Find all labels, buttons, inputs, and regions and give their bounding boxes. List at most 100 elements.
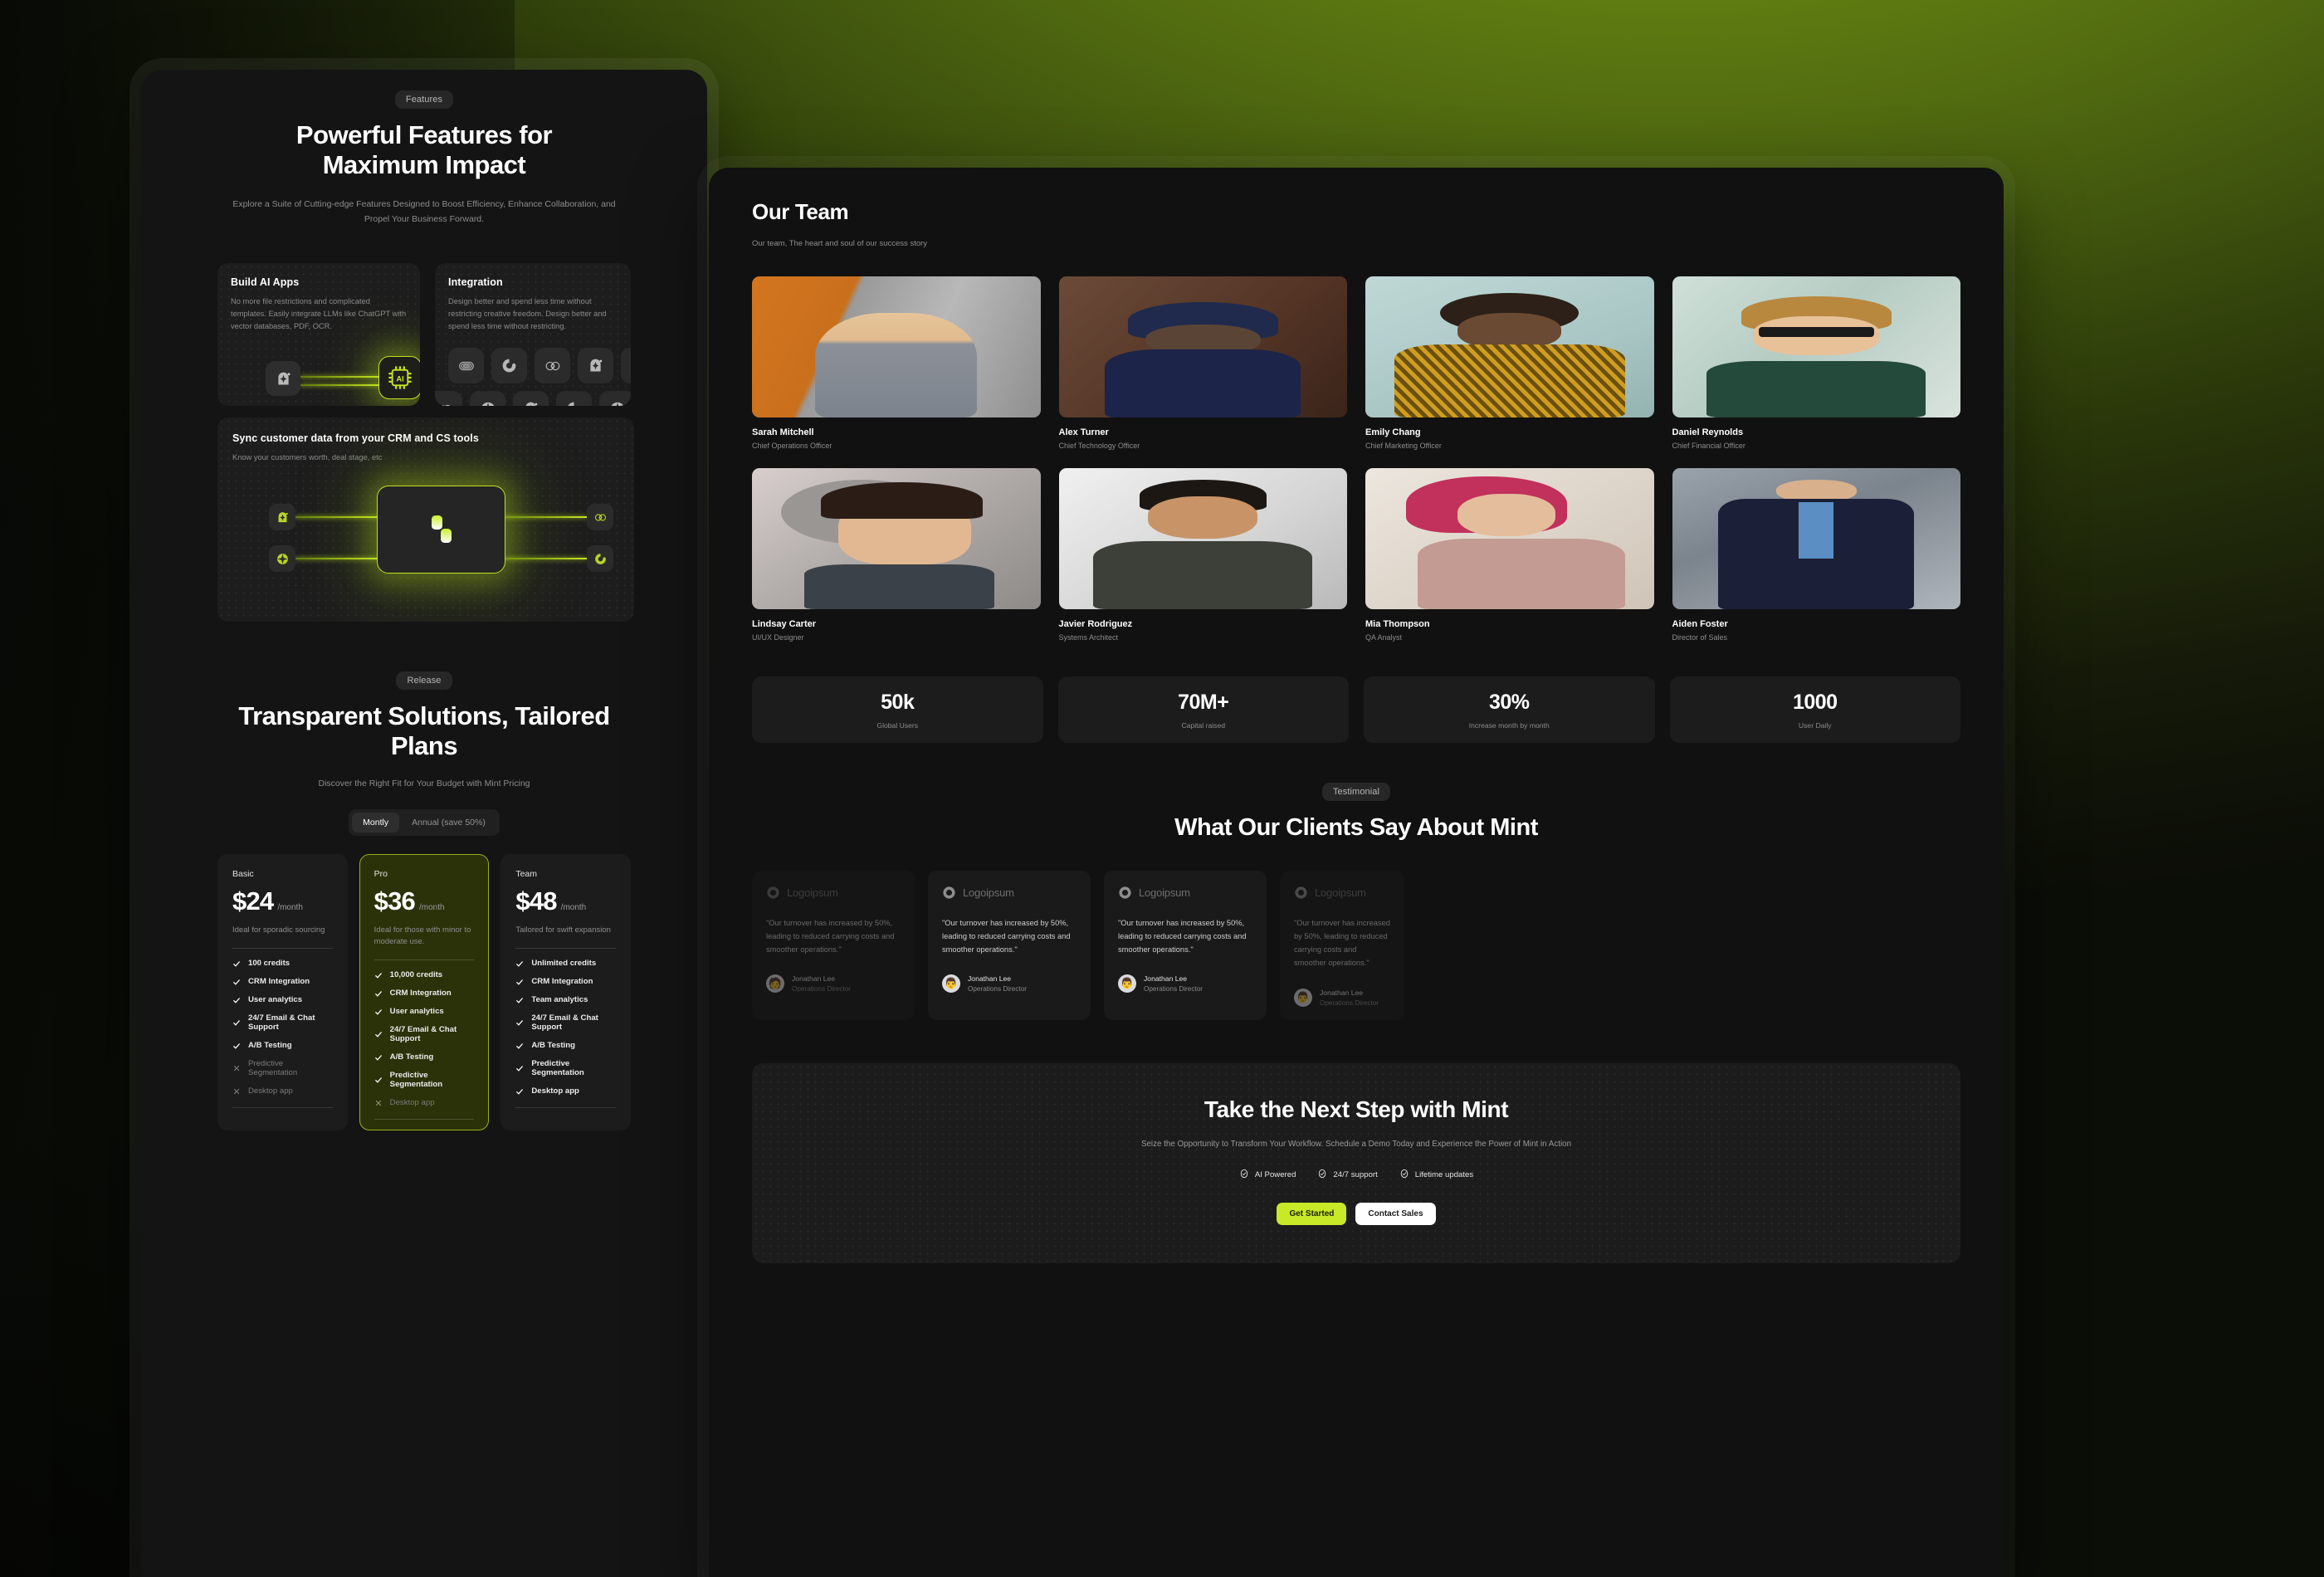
avatar <box>1365 276 1654 417</box>
stat-value: 50k <box>881 691 915 714</box>
cta-feature-label: AI Powered <box>1254 1169 1296 1179</box>
list-item: 24/7 Email & Chat Support <box>515 1013 616 1032</box>
avatar <box>752 468 1041 609</box>
wire-top <box>300 376 382 378</box>
team-member-card[interactable]: Lindsay Carter UI/UX Designer <box>752 468 1041 642</box>
features-title: Powerful Features for Maximum Impact <box>295 120 553 179</box>
arch-icon <box>513 391 549 406</box>
toggle-monthly[interactable]: Montly <box>352 812 400 832</box>
member-role: Chief Operations Officer <box>752 442 832 450</box>
author-role: Operations Director <box>968 985 1027 994</box>
check-icon <box>515 1042 524 1050</box>
plan-period: /month <box>277 902 303 912</box>
feature-card-integration[interactable]: Integration Design better and spend less… <box>435 263 631 406</box>
brand-name: Logoipsum <box>963 886 1014 899</box>
check-icon <box>515 959 524 968</box>
member-role: Chief Financial Officer <box>1672 442 1745 450</box>
feature-label: 100 credits <box>248 959 290 969</box>
member-name: Aiden Foster <box>1672 619 1728 629</box>
contact-sales-button[interactable]: Contact Sales <box>1355 1202 1436 1225</box>
feature-card-build-ai-apps[interactable]: Build AI Apps No more file restrictions … <box>217 263 420 406</box>
divider <box>374 959 475 961</box>
check-icon <box>374 1008 383 1016</box>
list-item: Predictive Segmentation <box>515 1059 616 1077</box>
check-icon <box>374 989 383 998</box>
features-pricing-panel: Features Powerful Features for Maximum I… <box>141 70 707 1577</box>
pricing-plan-pro[interactable]: Pro $36 /month Ideal for those with mino… <box>359 853 490 1131</box>
billing-period-toggle[interactable]: Montly Annual (save 50%) <box>349 808 500 836</box>
loop-icon <box>621 348 631 384</box>
team-member-card[interactable]: Aiden Foster Director of Sales <box>1672 468 1960 642</box>
member-name: Alex Turner <box>1058 427 1109 437</box>
logoipsum-icon <box>1119 886 1131 899</box>
avatar <box>752 276 1041 417</box>
spiral-icon <box>587 504 613 531</box>
testimonial-card[interactable]: Logoipsum "Our turnover has increased by… <box>752 870 915 1020</box>
team-member-card[interactable]: Alex Turner Chief Technology Officer <box>1058 276 1347 450</box>
divider <box>515 1107 617 1109</box>
crm-wire-left-top <box>295 516 378 519</box>
testimonial-card[interactable]: Logoipsum "Our turnover has increased by… <box>1104 870 1267 1020</box>
team-member-card[interactable]: Javier Rodriguez Systems Architect <box>1058 468 1347 642</box>
feature-label: CRM Integration <box>389 989 452 998</box>
arch-icon <box>269 504 295 531</box>
list-item: A/B Testing <box>374 1052 475 1062</box>
spiral-icon <box>435 391 462 406</box>
plan-amount: $24 <box>232 886 274 915</box>
arch-icon <box>266 361 300 397</box>
feature-label: 24/7 Email & Chat Support <box>248 1013 315 1033</box>
feature-label: A/B Testing <box>248 1041 292 1051</box>
testimonials-carousel[interactable]: Logoipsum "Our turnover has increased by… <box>752 870 1960 1020</box>
plan-name: Basic <box>232 868 254 879</box>
brand-name: Logoipsum <box>787 886 838 899</box>
team-member-card[interactable]: Sarah Mitchell Chief Operations Officer <box>752 276 1041 450</box>
close-icon <box>374 1099 383 1107</box>
member-name: Daniel Reynolds <box>1672 427 1744 437</box>
avatar <box>1058 276 1347 417</box>
list-item: AI Powered <box>1239 1169 1296 1181</box>
spiral-icon <box>535 348 570 384</box>
diamond-icon <box>470 391 505 406</box>
feature-card-crm-sync[interactable]: Sync customer data from your CRM and CS … <box>217 417 634 622</box>
team-subtitle: Our team, The heart and soul of our succ… <box>752 239 928 248</box>
list-item: Desktop app <box>374 1098 475 1107</box>
stat-label: User Daily <box>1798 721 1832 730</box>
divider <box>374 1119 475 1120</box>
member-role: Director of Sales <box>1672 633 1728 642</box>
list-item: Desktop app <box>232 1086 333 1096</box>
testimonial-author: 👨 Jonathan Lee Operations Director <box>942 974 1077 994</box>
features-subtitle: Explore a Suite of Cutting-edge Features… <box>232 198 616 224</box>
team-member-card[interactable]: Daniel Reynolds Chief Financial Officer <box>1672 276 1960 450</box>
divider <box>232 1107 333 1109</box>
toggle-annual[interactable]: Annual (save 50%) <box>401 813 496 832</box>
feature-label: CRM Integration <box>248 977 310 987</box>
list-item: Predictive Segmentation <box>232 1059 333 1077</box>
card-title: Integration <box>448 276 503 288</box>
stat-card: 30% Increase month by month <box>1364 676 1655 743</box>
plan-amount: $36 <box>374 886 416 915</box>
feature-label: Desktop app <box>531 1086 579 1096</box>
pricing-plan-team[interactable]: Team $48 /month Tailored for swift expan… <box>500 853 632 1131</box>
team-member-card[interactable]: Emily Chang Chief Marketing Officer <box>1365 276 1654 450</box>
brand-logo: Logoipsum <box>942 886 1077 900</box>
check-circle-icon <box>1239 1169 1249 1181</box>
member-name: Emily Chang <box>1365 427 1421 437</box>
testimonial-card[interactable]: Logoipsum "Our turnover has increased by… <box>928 870 1091 1020</box>
mint-logo-icon <box>431 515 452 544</box>
get-started-button[interactable]: Get Started <box>1277 1202 1347 1225</box>
avatar: 👨 <box>1118 974 1136 994</box>
list-item: A/B Testing <box>515 1041 616 1050</box>
stat-value: 70M+ <box>1178 691 1229 714</box>
pricing-plan-basic[interactable]: Basic $24 /month Ideal for sporadic sour… <box>217 853 348 1131</box>
feature-label: Predictive Segmentation <box>248 1059 298 1078</box>
plan-price: $36 /month <box>374 886 475 916</box>
brand-logo: Logoipsum <box>766 886 901 900</box>
team-member-card[interactable]: Mia Thompson QA Analyst <box>1365 468 1654 642</box>
feature-label: User analytics <box>248 995 303 1005</box>
check-icon <box>515 1087 524 1096</box>
cta-buttons: Get Started Contact Sales <box>752 1202 1960 1225</box>
testimonial-card[interactable]: Logoipsum "Our turnover has increased by… <box>1280 870 1404 1020</box>
crm-wire-right-bottom <box>504 558 587 560</box>
cta-feature-label: Lifetime updates <box>1414 1169 1474 1179</box>
list-item: 24/7 support <box>1317 1169 1378 1181</box>
